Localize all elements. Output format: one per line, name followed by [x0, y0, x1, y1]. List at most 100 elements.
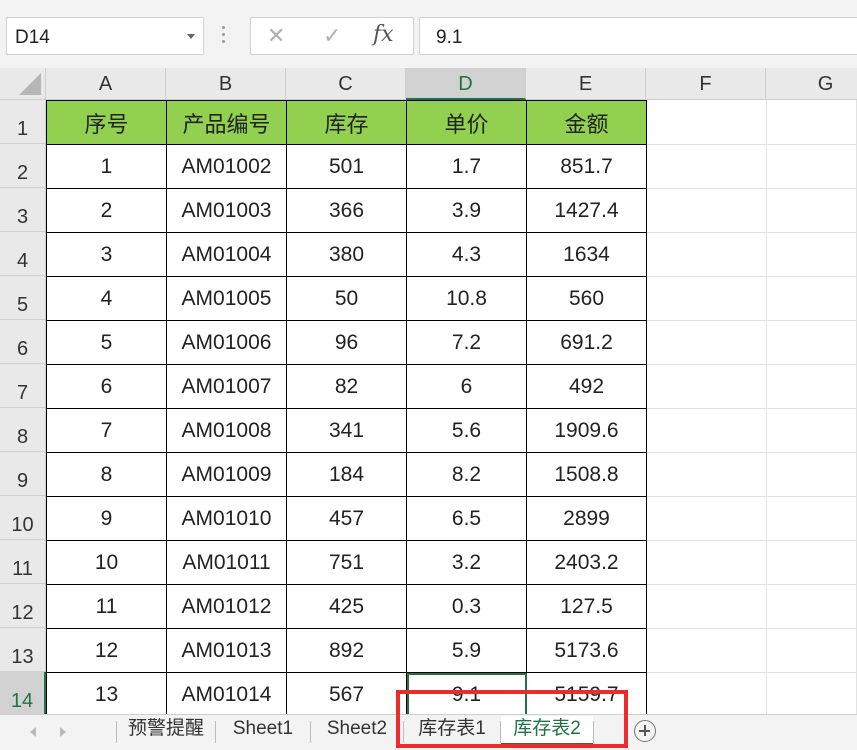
row-header-13[interactable]: 13	[0, 628, 46, 672]
table-cell[interactable]: 1909.6	[526, 408, 647, 453]
table-cell[interactable]: 5173.6	[526, 628, 647, 673]
table-cell[interactable]: AM01008	[166, 408, 287, 453]
table-cell[interactable]: 425	[286, 584, 407, 629]
table-cell[interactable]: 751	[286, 540, 407, 585]
row-header-4[interactable]: 4	[0, 232, 46, 276]
table-cell[interactable]: AM01014	[166, 672, 287, 714]
table-cell[interactable]: 2	[46, 188, 167, 233]
table-cell[interactable]: 96	[286, 320, 407, 365]
row-header-12[interactable]: 12	[0, 584, 46, 628]
table-cell[interactable]: 6.5	[406, 496, 527, 541]
tab-sheet2[interactable]: Sheet2	[311, 716, 403, 746]
table-cell[interactable]: 13	[46, 672, 167, 714]
header-cell[interactable]: 产品编号	[166, 100, 287, 145]
formula-input[interactable]: 9.1	[419, 17, 857, 55]
row-header-6[interactable]: 6	[0, 320, 46, 364]
table-cell[interactable]: 184	[286, 452, 407, 497]
chevron-down-icon[interactable]	[187, 34, 195, 39]
table-cell[interactable]: 1634	[526, 232, 647, 277]
table-cell[interactable]: AM01004	[166, 232, 287, 277]
tab-warning[interactable]: 预警提醒	[117, 716, 215, 746]
table-cell[interactable]: 127.5	[526, 584, 647, 629]
table-cell[interactable]: 1	[46, 144, 167, 189]
table-cell[interactable]: 6	[46, 364, 167, 409]
table-cell[interactable]: AM01013	[166, 628, 287, 673]
table-cell[interactable]: 5	[46, 320, 167, 365]
table-cell[interactable]: AM01010	[166, 496, 287, 541]
close-icon[interactable]: ✕	[267, 23, 285, 49]
select-all-button[interactable]	[0, 68, 46, 100]
tab-inventory1[interactable]: 库存表1	[404, 716, 500, 746]
function-icon[interactable]: fx	[373, 22, 394, 47]
table-cell[interactable]: AM01011	[166, 540, 287, 585]
table-cell[interactable]: 10.8	[406, 276, 527, 321]
table-cell[interactable]: 2899	[526, 496, 647, 541]
table-cell[interactable]: 4	[46, 276, 167, 321]
formula-bar-grip[interactable]	[222, 26, 226, 46]
chevron-left-icon[interactable]	[30, 727, 36, 737]
table-cell[interactable]: 10	[46, 540, 167, 585]
row-header-9[interactable]: 9	[0, 452, 46, 496]
tab-inventory2[interactable]: 库存表2	[501, 716, 593, 746]
column-header-e[interactable]: E	[526, 68, 646, 100]
column-header-c[interactable]: C	[286, 68, 406, 100]
table-cell[interactable]: 1.7	[406, 144, 527, 189]
row-header-2[interactable]: 2	[0, 144, 46, 188]
table-cell[interactable]: 366	[286, 188, 407, 233]
column-header-d[interactable]: D	[406, 68, 526, 100]
table-cell[interactable]: 560	[526, 276, 647, 321]
spreadsheet-grid[interactable]: ABCDEFG 1 2 3 4 5 6 7 8 9 10 11 12 13 14 序号 产品编号 库存 单价 金额…	[0, 68, 857, 714]
name-box[interactable]: D14	[6, 17, 204, 55]
table-cell[interactable]: 0.3	[406, 584, 527, 629]
column-header-b[interactable]: B	[166, 68, 286, 100]
header-cell[interactable]: 金额	[526, 100, 647, 145]
chevron-right-icon[interactable]	[60, 727, 66, 737]
column-header-g[interactable]: G	[766, 68, 857, 100]
table-cell[interactable]: 5.9	[406, 628, 527, 673]
table-cell[interactable]: 5159.7	[526, 672, 647, 714]
table-cell[interactable]: AM01005	[166, 276, 287, 321]
table-cell[interactable]: 50	[286, 276, 407, 321]
table-cell[interactable]: 7.2	[406, 320, 527, 365]
table-cell[interactable]: 457	[286, 496, 407, 541]
check-icon[interactable]: ✓	[323, 23, 341, 49]
table-cell[interactable]: 5.6	[406, 408, 527, 453]
table-cell[interactable]: 11	[46, 584, 167, 629]
table-cell[interactable]: AM01009	[166, 452, 287, 497]
table-cell[interactable]: 7	[46, 408, 167, 453]
table-cell[interactable]: 492	[526, 364, 647, 409]
header-cell[interactable]: 单价	[406, 100, 527, 145]
table-cell[interactable]: 851.7	[526, 144, 647, 189]
row-header-1[interactable]: 1	[0, 100, 46, 144]
column-header-f[interactable]: F	[646, 68, 766, 100]
table-cell[interactable]: AM01003	[166, 188, 287, 233]
header-cell[interactable]: 库存	[286, 100, 407, 145]
table-cell[interactable]: 691.2	[526, 320, 647, 365]
table-cell[interactable]: 2403.2	[526, 540, 647, 585]
table-cell[interactable]: 9	[46, 496, 167, 541]
column-header-a[interactable]: A	[46, 68, 166, 100]
table-cell[interactable]: 3	[46, 232, 167, 277]
table-cell[interactable]: 82	[286, 364, 407, 409]
table-cell[interactable]: 4.3	[406, 232, 527, 277]
table-cell[interactable]: 8	[46, 452, 167, 497]
table-cell[interactable]: 12	[46, 628, 167, 673]
row-header-5[interactable]: 5	[0, 276, 46, 320]
row-header-7[interactable]: 7	[0, 364, 46, 408]
row-header-10[interactable]: 10	[0, 496, 46, 540]
row-header-3[interactable]: 3	[0, 188, 46, 232]
table-cell[interactable]: 380	[286, 232, 407, 277]
row-header-8[interactable]: 8	[0, 408, 46, 452]
table-cell[interactable]: 567	[286, 672, 407, 714]
table-cell[interactable]: 892	[286, 628, 407, 673]
active-cell[interactable]: 9.1	[406, 672, 527, 714]
table-cell[interactable]: 3.2	[406, 540, 527, 585]
table-cell[interactable]: 6	[406, 364, 527, 409]
table-cell[interactable]: 3.9	[406, 188, 527, 233]
row-header-11[interactable]: 11	[0, 540, 46, 584]
table-cell[interactable]: 341	[286, 408, 407, 453]
table-cell[interactable]: AM01012	[166, 584, 287, 629]
row-header-14[interactable]: 14	[0, 672, 46, 714]
table-cell[interactable]: 1427.4	[526, 188, 647, 233]
table-cell[interactable]: 501	[286, 144, 407, 189]
